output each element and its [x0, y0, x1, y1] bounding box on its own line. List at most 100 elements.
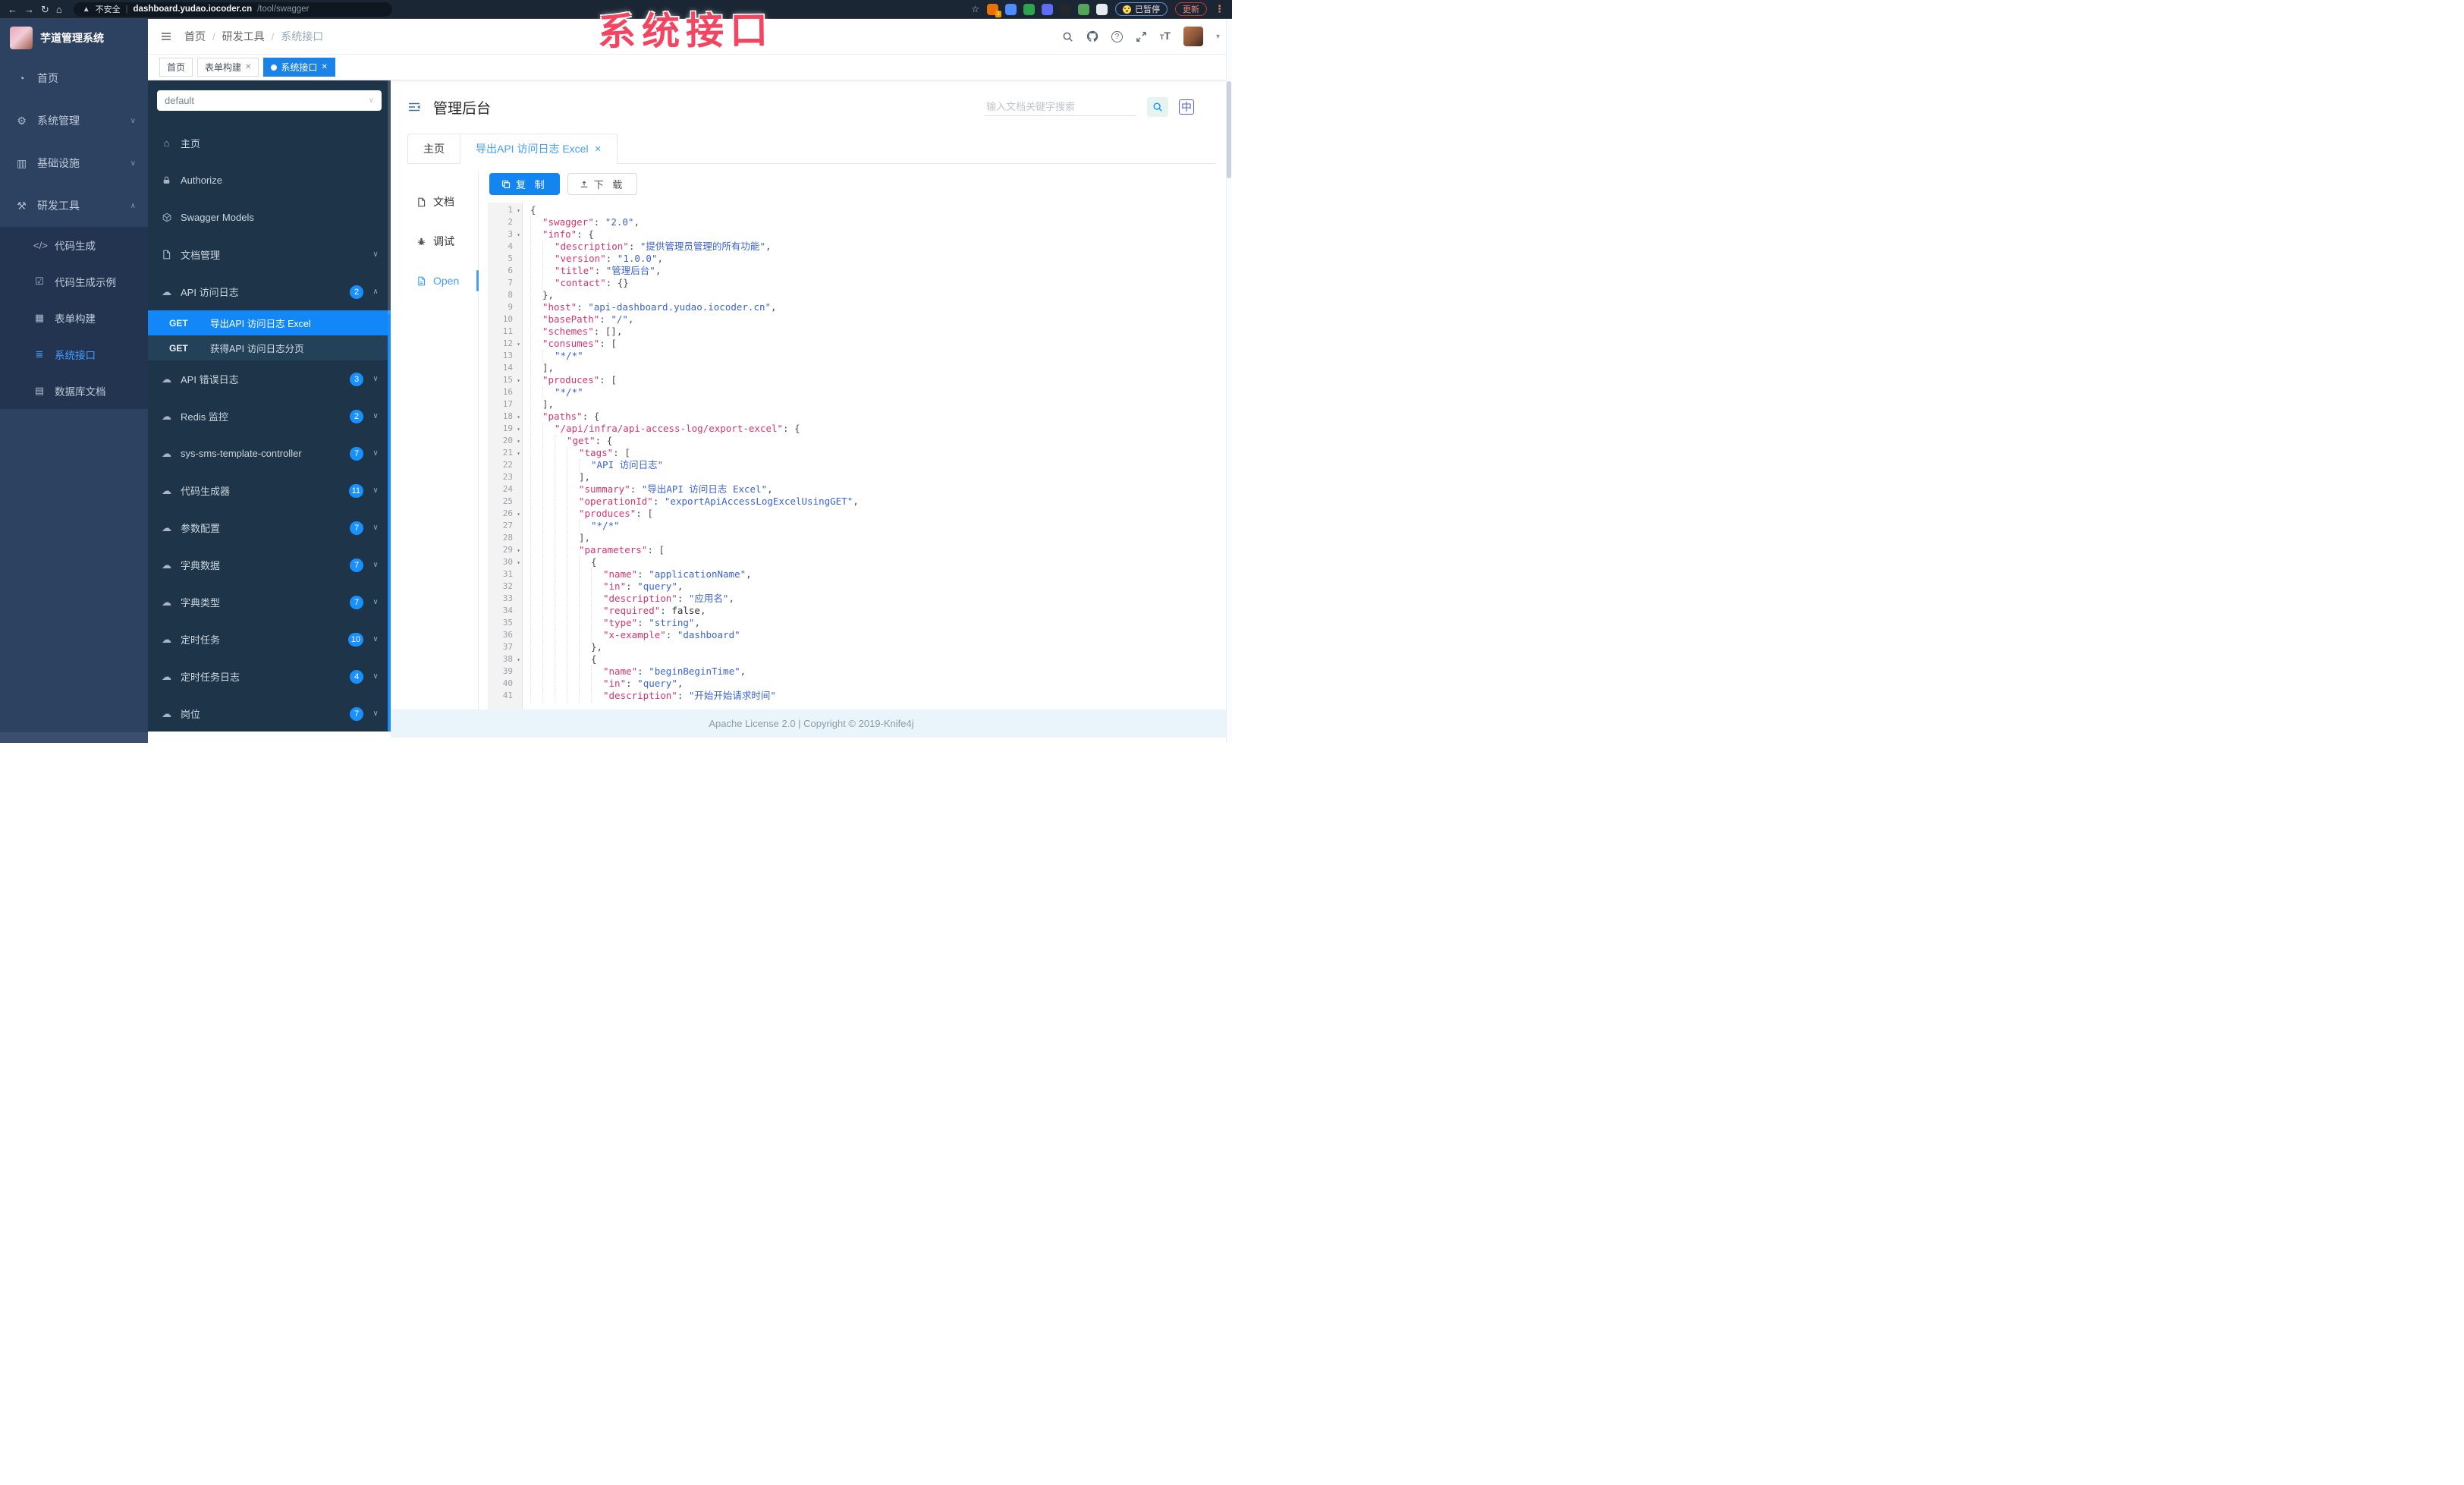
swagger-item-定时任务[interactable]: ☁ 定时任务 10 ∨ [148, 621, 391, 658]
home-icon[interactable]: ⌂ [56, 5, 62, 14]
sidebar-subitem-系统接口[interactable]: ≣ 系统接口 [0, 336, 148, 373]
indent-guide [542, 568, 555, 580]
doc-tab-调试[interactable]: 调试 [416, 222, 478, 261]
page-scrollbar[interactable] [1226, 19, 1232, 743]
indent-guide [530, 241, 542, 253]
api-endpoint-导出API 访问日志 Excel[interactable]: GET 导出API 访问日志 Excel [148, 310, 391, 335]
page-scrollbar-thumb[interactable] [1227, 81, 1231, 178]
sidebar-item-基础设施[interactable]: ▥ 基础设施 ∨ [0, 142, 148, 184]
swagger-item-sys-sms-template-controller[interactable]: ☁ sys-sms-template-controller 7 ∨ [148, 435, 391, 472]
security-warning-icon: ▲ [82, 5, 90, 14]
close-icon[interactable]: ✕ [595, 144, 602, 154]
extension-blue-drop-icon[interactable] [1005, 3, 1017, 15]
close-icon[interactable]: ✕ [321, 63, 327, 71]
line-number: 24 [502, 484, 513, 494]
github-icon[interactable] [1086, 30, 1098, 42]
swagger-item-Authorize[interactable]: Authorize [148, 162, 391, 199]
fold-caret-icon[interactable]: ▾ [513, 508, 520, 521]
breadcrumb-item[interactable]: 研发工具 [222, 29, 265, 44]
font-size-icon[interactable]: TT [1160, 30, 1171, 43]
extension-leaf-icon[interactable] [1078, 3, 1089, 15]
fullscreen-icon[interactable] [1136, 31, 1147, 42]
reload-icon[interactable]: ↻ [41, 5, 49, 14]
tag-系统接口[interactable]: 系统接口 ✕ [263, 58, 335, 77]
indent-guide [555, 544, 567, 556]
menu-fold-icon[interactable] [407, 101, 421, 113]
back-icon[interactable]: ← [8, 5, 17, 14]
help-icon[interactable]: ? [1111, 30, 1123, 42]
swagger-item-定时任务日志[interactable]: ☁ 定时任务日志 4 ∨ [148, 658, 391, 695]
fold-caret-icon[interactable]: ▾ [513, 411, 520, 423]
tag-首页[interactable]: 首页 [159, 58, 193, 77]
indent-guide [530, 496, 542, 508]
indent-guide [530, 362, 542, 374]
sidebar-subitem-代码生成[interactable]: </> 代码生成 [0, 227, 148, 263]
address-bar[interactable]: ▲ 不安全 | dashboard.yudao.iocoder.cn /tool… [73, 2, 392, 17]
fold-caret-icon[interactable]: ▾ [513, 557, 520, 569]
extension-color-grid-icon[interactable] [1042, 3, 1053, 15]
logo-avatar [10, 27, 33, 49]
indent-guide [555, 471, 567, 483]
doc-tab-Open[interactable]: Open [416, 261, 479, 300]
extension-orange-icon[interactable]: 1 [987, 3, 1001, 17]
search-icon[interactable] [1062, 31, 1073, 42]
user-avatar[interactable] [1183, 27, 1203, 46]
paused-extension-pill[interactable]: 已暂停 [1115, 2, 1168, 16]
sidebar-item-研发工具[interactable]: ⚒ 研发工具 ∧ [0, 184, 148, 227]
swagger-item-Redis 监控[interactable]: ☁ Redis 监控 2 ∨ [148, 398, 391, 435]
fold-caret-icon[interactable]: ▾ [513, 423, 520, 436]
fold-caret-icon[interactable]: ▾ [513, 229, 520, 241]
swagger-item-API 访问日志[interactable]: ☁ API 访问日志 2 ∧ [148, 273, 391, 310]
hamburger-icon[interactable] [160, 30, 172, 42]
fold-caret-icon[interactable]: ▾ [513, 338, 520, 351]
extension-green-circle-icon[interactable] [1023, 3, 1035, 15]
language-toggle-icon[interactable]: 中 [1179, 99, 1194, 115]
swagger-item-参数配置[interactable]: ☁ 参数配置 7 ∨ [148, 509, 391, 546]
copy-button[interactable]: 复 制 [489, 173, 560, 195]
line-number: 27 [502, 521, 513, 530]
indent-guide [530, 508, 542, 520]
extension-ghost-icon[interactable] [1096, 3, 1108, 15]
swagger-item-字典数据[interactable]: ☁ 字典数据 7 ∨ [148, 546, 391, 584]
content-tab-主页[interactable]: 主页 [407, 134, 460, 163]
doc-tab-文档[interactable]: 文档 [416, 182, 478, 222]
sidebar-collapse-bar[interactable] [0, 732, 148, 743]
swagger-item-Swagger Models[interactable]: Swagger Models [148, 199, 391, 236]
line-number: 19 [502, 423, 513, 433]
sidebar-item-系统管理[interactable]: ⚙ 系统管理 ∨ [0, 99, 148, 142]
user-menu-caret-icon[interactable]: ▾ [1216, 33, 1220, 41]
forward-icon[interactable]: → [24, 5, 34, 14]
fold-caret-icon[interactable]: ▾ [513, 375, 520, 387]
api-endpoint-获得API 访问日志分页[interactable]: GET 获得API 访问日志分页 [148, 335, 391, 360]
download-button[interactable]: 下 载 [567, 173, 638, 195]
swagger-item-API 错误日志[interactable]: ☁ API 错误日志 3 ∨ [148, 360, 391, 398]
update-button[interactable]: 更新 [1175, 2, 1207, 16]
browser-menu-icon[interactable]: ⋮ [1215, 3, 1224, 15]
fold-caret-icon[interactable]: ▾ [513, 436, 520, 448]
doc-search-button[interactable] [1147, 97, 1168, 117]
sidebar-subitem-表单构建[interactable]: ▦ 表单构建 [0, 300, 148, 336]
json-token: "basePath" [542, 313, 600, 325]
json-token: "produces" [579, 508, 636, 519]
bookmark-star-icon[interactable]: ☆ [971, 4, 979, 14]
swagger-item-文档管理[interactable]: 文档管理 ∨ [148, 236, 391, 273]
close-icon[interactable]: ✕ [245, 63, 251, 71]
tag-表单构建[interactable]: 表单构建 ✕ [197, 58, 259, 77]
swagger-item-代码生成器[interactable]: ☁ 代码生成器 11 ∨ [148, 472, 391, 509]
json-editor[interactable]: 1 ▾ 2 3 ▾ 4 5 6 7 8 9 10 11 12 ▾ 13 14 15 ▾ 16 17 18 ▾ 19 ▾ 20 ▾ 21… [488, 203, 1232, 709]
sidebar-subitem-代码生成示例[interactable]: ☑ 代码生成示例 [0, 263, 148, 300]
content-tab-导出API 访问日志 Excel[interactable]: 导出API 访问日志 Excel ✕ [460, 134, 618, 164]
fold-caret-icon[interactable]: ▾ [513, 545, 520, 557]
api-group-select[interactable]: default ∨ [157, 90, 382, 111]
doc-search-input[interactable] [985, 98, 1136, 116]
sidebar-subitem-数据库文档[interactable]: ▤ 数据库文档 [0, 373, 148, 409]
extension-dark-green-icon[interactable] [1060, 3, 1071, 15]
fold-caret-icon[interactable]: ▾ [513, 448, 520, 460]
fold-caret-icon[interactable]: ▾ [513, 654, 520, 666]
swagger-item-主页[interactable]: ⌂ 主页 [148, 124, 391, 162]
swagger-item-字典类型[interactable]: ☁ 字典类型 7 ∨ [148, 584, 391, 621]
swagger-item-岗位[interactable]: ☁ 岗位 7 ∨ [148, 695, 391, 731]
breadcrumb-item[interactable]: 首页 [184, 29, 206, 44]
sidebar-item-首页[interactable]: ◔ 首页 [0, 57, 148, 99]
fold-caret-icon[interactable]: ▾ [513, 205, 520, 217]
